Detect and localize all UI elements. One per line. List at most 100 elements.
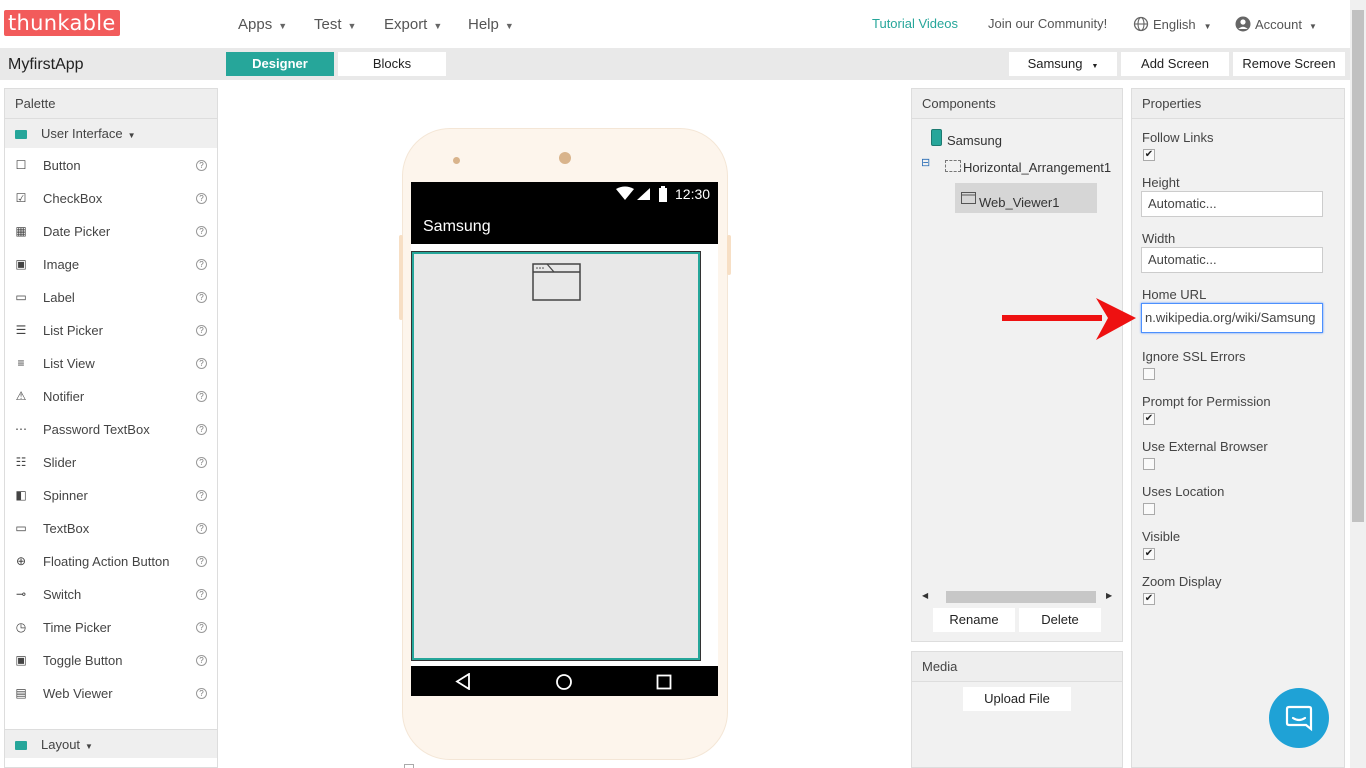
floating-action-button-icon: ⊕ <box>15 554 27 568</box>
help-icon[interactable]: ? <box>196 523 207 534</box>
tutorial-videos-link[interactable]: Tutorial Videos <box>872 16 958 31</box>
back-icon <box>455 673 470 690</box>
help-icon[interactable]: ? <box>196 688 207 699</box>
palette-item-time-picker[interactable]: ◷ Time Picker? <box>5 611 217 644</box>
add-screen-button[interactable]: Add Screen <box>1121 52 1229 76</box>
help-icon[interactable]: ? <box>196 589 207 600</box>
menu-export[interactable]: Export ▼ <box>384 16 442 33</box>
prompt-permission-checkbox[interactable]: ✔ <box>1143 413 1155 425</box>
folder-layout[interactable]: Layout ▼ <box>5 729 217 758</box>
page-scroll-thumb[interactable] <box>1352 10 1364 522</box>
palette-item-label: Notifier <box>43 389 85 404</box>
phone-side-button <box>399 235 403 320</box>
help-icon[interactable]: ? <box>196 655 207 666</box>
palette-item-slider[interactable]: ☷ Slider? <box>5 446 217 479</box>
height-input[interactable]: Automatic... <box>1141 191 1323 217</box>
remove-screen-button[interactable]: Remove Screen <box>1233 52 1345 76</box>
menu-help[interactable]: Help ▼ <box>468 16 514 33</box>
palette-item-image[interactable]: ▣ Image? <box>5 248 217 281</box>
upload-file-button[interactable]: Upload File <box>963 687 1071 711</box>
menu-apps[interactable]: Apps ▼ <box>238 16 287 33</box>
tree-item-web-viewer[interactable]: Web_Viewer1 <box>955 183 1097 213</box>
help-icon[interactable]: ? <box>196 457 207 468</box>
phone-sensor-dot <box>453 157 460 164</box>
prop-zoom-display-label: Zoom Display <box>1142 574 1222 589</box>
language-label: English <box>1153 17 1196 32</box>
palette-item-password-textbox[interactable]: ⋯ Password TextBox? <box>5 413 217 446</box>
palette-item-label[interactable]: ▭ Label? <box>5 281 217 314</box>
help-icon[interactable]: ? <box>196 358 207 369</box>
phone-side-button <box>727 235 731 275</box>
help-icon[interactable]: ? <box>196 391 207 402</box>
palette-item-label: Slider <box>43 455 77 470</box>
scroll-thumb[interactable] <box>946 591 1096 603</box>
help-icon[interactable]: ? <box>196 325 207 336</box>
account-menu[interactable]: Account ▼ <box>1235 16 1317 32</box>
phone-camera-dot <box>559 152 571 164</box>
image-icon: ▣ <box>15 257 27 271</box>
palette-item-list-picker[interactable]: ☰ List Picker? <box>5 314 217 347</box>
delete-button[interactable]: Delete <box>1019 608 1101 632</box>
follow-links-checkbox[interactable]: ✔ <box>1143 149 1155 161</box>
status-time: 12:30 <box>675 186 711 202</box>
slider-icon: ☷ <box>15 455 27 469</box>
palette-item-button[interactable]: ☐ Button? <box>5 149 217 182</box>
prop-width-label: Width <box>1142 231 1176 246</box>
help-icon[interactable]: ? <box>196 160 207 171</box>
help-icon[interactable]: ? <box>196 226 207 237</box>
visible-checkbox[interactable]: ✔ <box>1143 548 1155 560</box>
community-link[interactable]: Join our Community! <box>988 16 1107 31</box>
menu-test[interactable]: Test ▼ <box>314 16 356 33</box>
palette-item-toggle-button[interactable]: ▣ Toggle Button? <box>5 644 217 677</box>
blocks-tab[interactable]: Blocks <box>338 52 446 76</box>
tree-item-samsung[interactable]: Samsung <box>947 133 1002 148</box>
thunkable-logo[interactable]: thunkable <box>4 10 120 36</box>
prop-uses-location-label: Uses Location <box>1142 484 1225 499</box>
tree-item-horizontal-arrangement[interactable]: Horizontal_Arrangement1 <box>963 160 1111 175</box>
palette-item-label: Spinner <box>43 488 88 503</box>
zoom-display-checkbox[interactable]: ✔ <box>1143 593 1155 605</box>
help-icon[interactable]: ? <box>196 490 207 501</box>
help-icon[interactable]: ? <box>196 424 207 435</box>
uses-location-checkbox[interactable] <box>1143 503 1155 515</box>
palette-item-label: List View <box>43 356 95 371</box>
ignore-ssl-checkbox[interactable] <box>1143 368 1155 380</box>
components-scrollbar[interactable]: ◀ ▶ <box>920 590 1116 604</box>
checkbox-partial[interactable] <box>404 764 414 768</box>
rename-button[interactable]: Rename <box>933 608 1015 632</box>
palette-item-spinner[interactable]: ◧ Spinner? <box>5 479 217 512</box>
palette-item-floating-action-button[interactable]: ⊕ Floating Action Button? <box>5 545 217 578</box>
button-icon: ☐ <box>15 158 27 172</box>
date-picker-icon: ▦ <box>15 224 27 238</box>
collapse-icon[interactable]: ⊟ <box>921 156 930 169</box>
help-icon[interactable]: ? <box>196 556 207 567</box>
palette-item-list-view[interactable]: ≡ List View? <box>5 347 217 380</box>
help-icon[interactable]: ? <box>196 622 207 633</box>
prop-visible-label: Visible <box>1142 529 1181 544</box>
scroll-right-icon[interactable]: ▶ <box>1106 591 1112 600</box>
palette-item-notifier[interactable]: ⚠ Notifier? <box>5 380 217 413</box>
palette-item-checkbox[interactable]: ☑ CheckBox? <box>5 182 217 215</box>
help-icon[interactable]: ? <box>196 193 207 204</box>
width-input[interactable]: Automatic... <box>1141 247 1323 273</box>
checkbox-icon: ☑ <box>15 191 27 205</box>
home-url-input[interactable]: n.wikipedia.org/wiki/Samsung <box>1141 303 1323 333</box>
palette-item-date-picker[interactable]: ▦ Date Picker? <box>5 215 217 248</box>
chat-button[interactable] <box>1269 688 1329 748</box>
caret-down-icon: ▼ <box>278 21 288 31</box>
folder-user-interface[interactable]: User Interface ▼ <box>5 119 217 148</box>
web-viewer-preview[interactable] <box>411 251 701 661</box>
caret-down-icon: ▼ <box>1203 22 1212 31</box>
palette-item-web-viewer[interactable]: ▤ Web Viewer? <box>5 677 217 710</box>
palette-item-textbox[interactable]: ▭ TextBox? <box>5 512 217 545</box>
scroll-left-icon[interactable]: ◀ <box>922 591 928 600</box>
external-browser-checkbox[interactable] <box>1143 458 1155 470</box>
language-menu[interactable]: English ▼ <box>1133 16 1212 32</box>
screen-select[interactable]: Samsung ▼ <box>1009 52 1117 76</box>
palette-item-label: Button <box>43 158 81 173</box>
palette-item-switch[interactable]: ⊸ Switch? <box>5 578 217 611</box>
help-icon[interactable]: ? <box>196 292 207 303</box>
help-icon[interactable]: ? <box>196 259 207 270</box>
status-bar: 12:30 <box>411 182 718 206</box>
designer-tab[interactable]: Designer <box>226 52 334 76</box>
